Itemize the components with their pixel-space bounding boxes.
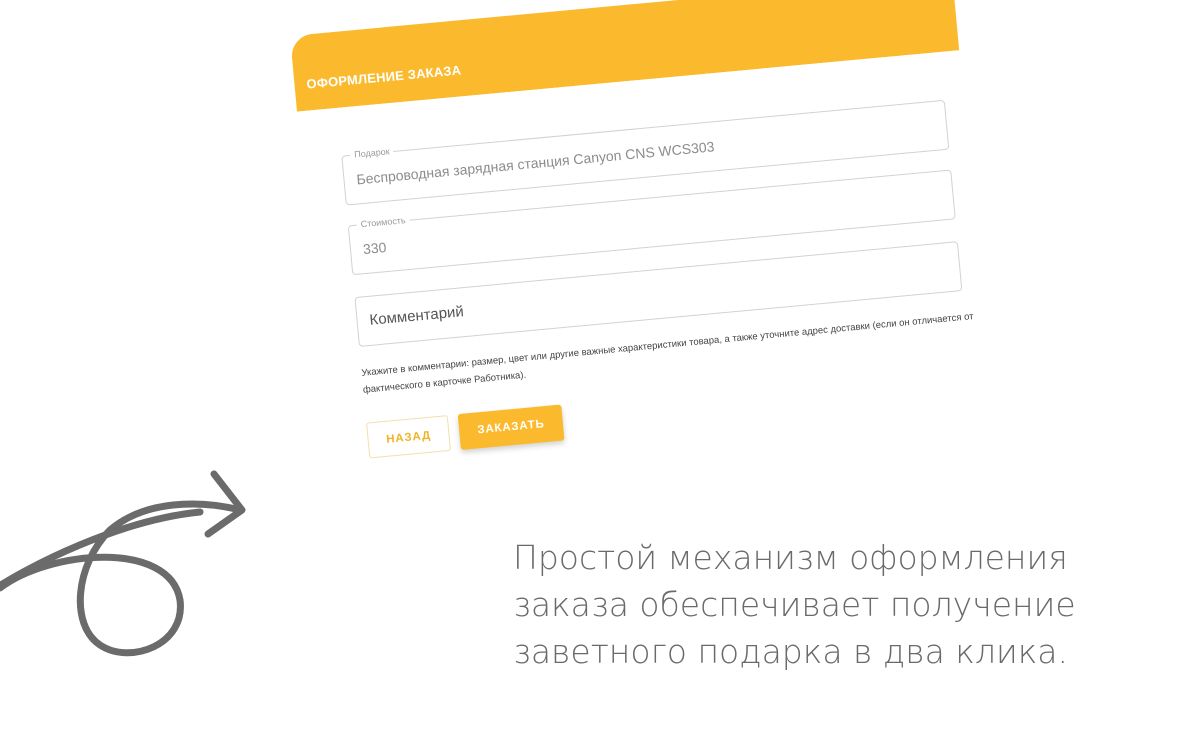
order-modal: ОФОРМЛЕНИЕ ЗАКАЗА × Подарок Беспроводная… — [290, 0, 992, 465]
comment-field-placeholder: Комментарий — [368, 303, 465, 329]
cost-field-label: Стоимость — [356, 213, 411, 231]
back-button[interactable]: НАЗАД — [366, 415, 452, 459]
gift-field-value: Беспроводная зарядная станция Canyon CNS… — [355, 138, 716, 188]
tagline: Простой механизм оформления заказа обесп… — [513, 534, 1183, 675]
close-icon[interactable]: × — [919, 0, 941, 5]
curved-arrow-icon — [0, 470, 246, 657]
tagline-line-1: Простой механизм оформления — [513, 538, 1068, 577]
cost-field-value: 330 — [362, 239, 388, 258]
modal-title: ОФОРМЛЕНИЕ ЗАКАЗА — [305, 62, 462, 92]
tagline-line-3: заветного подарка в два клика. — [513, 632, 1069, 671]
slide: ОФОРМЛЕНИЕ ЗАКАЗА × Подарок Беспроводная… — [0, 0, 1192, 750]
tagline-line-2: заказа обеспечивает получение — [513, 585, 1076, 624]
modal-body: Подарок Беспроводная зарядная станция Ca… — [297, 50, 992, 465]
order-button[interactable]: ЗАКАЗАТЬ — [457, 404, 565, 450]
gift-field-label: Подарок — [349, 144, 395, 161]
